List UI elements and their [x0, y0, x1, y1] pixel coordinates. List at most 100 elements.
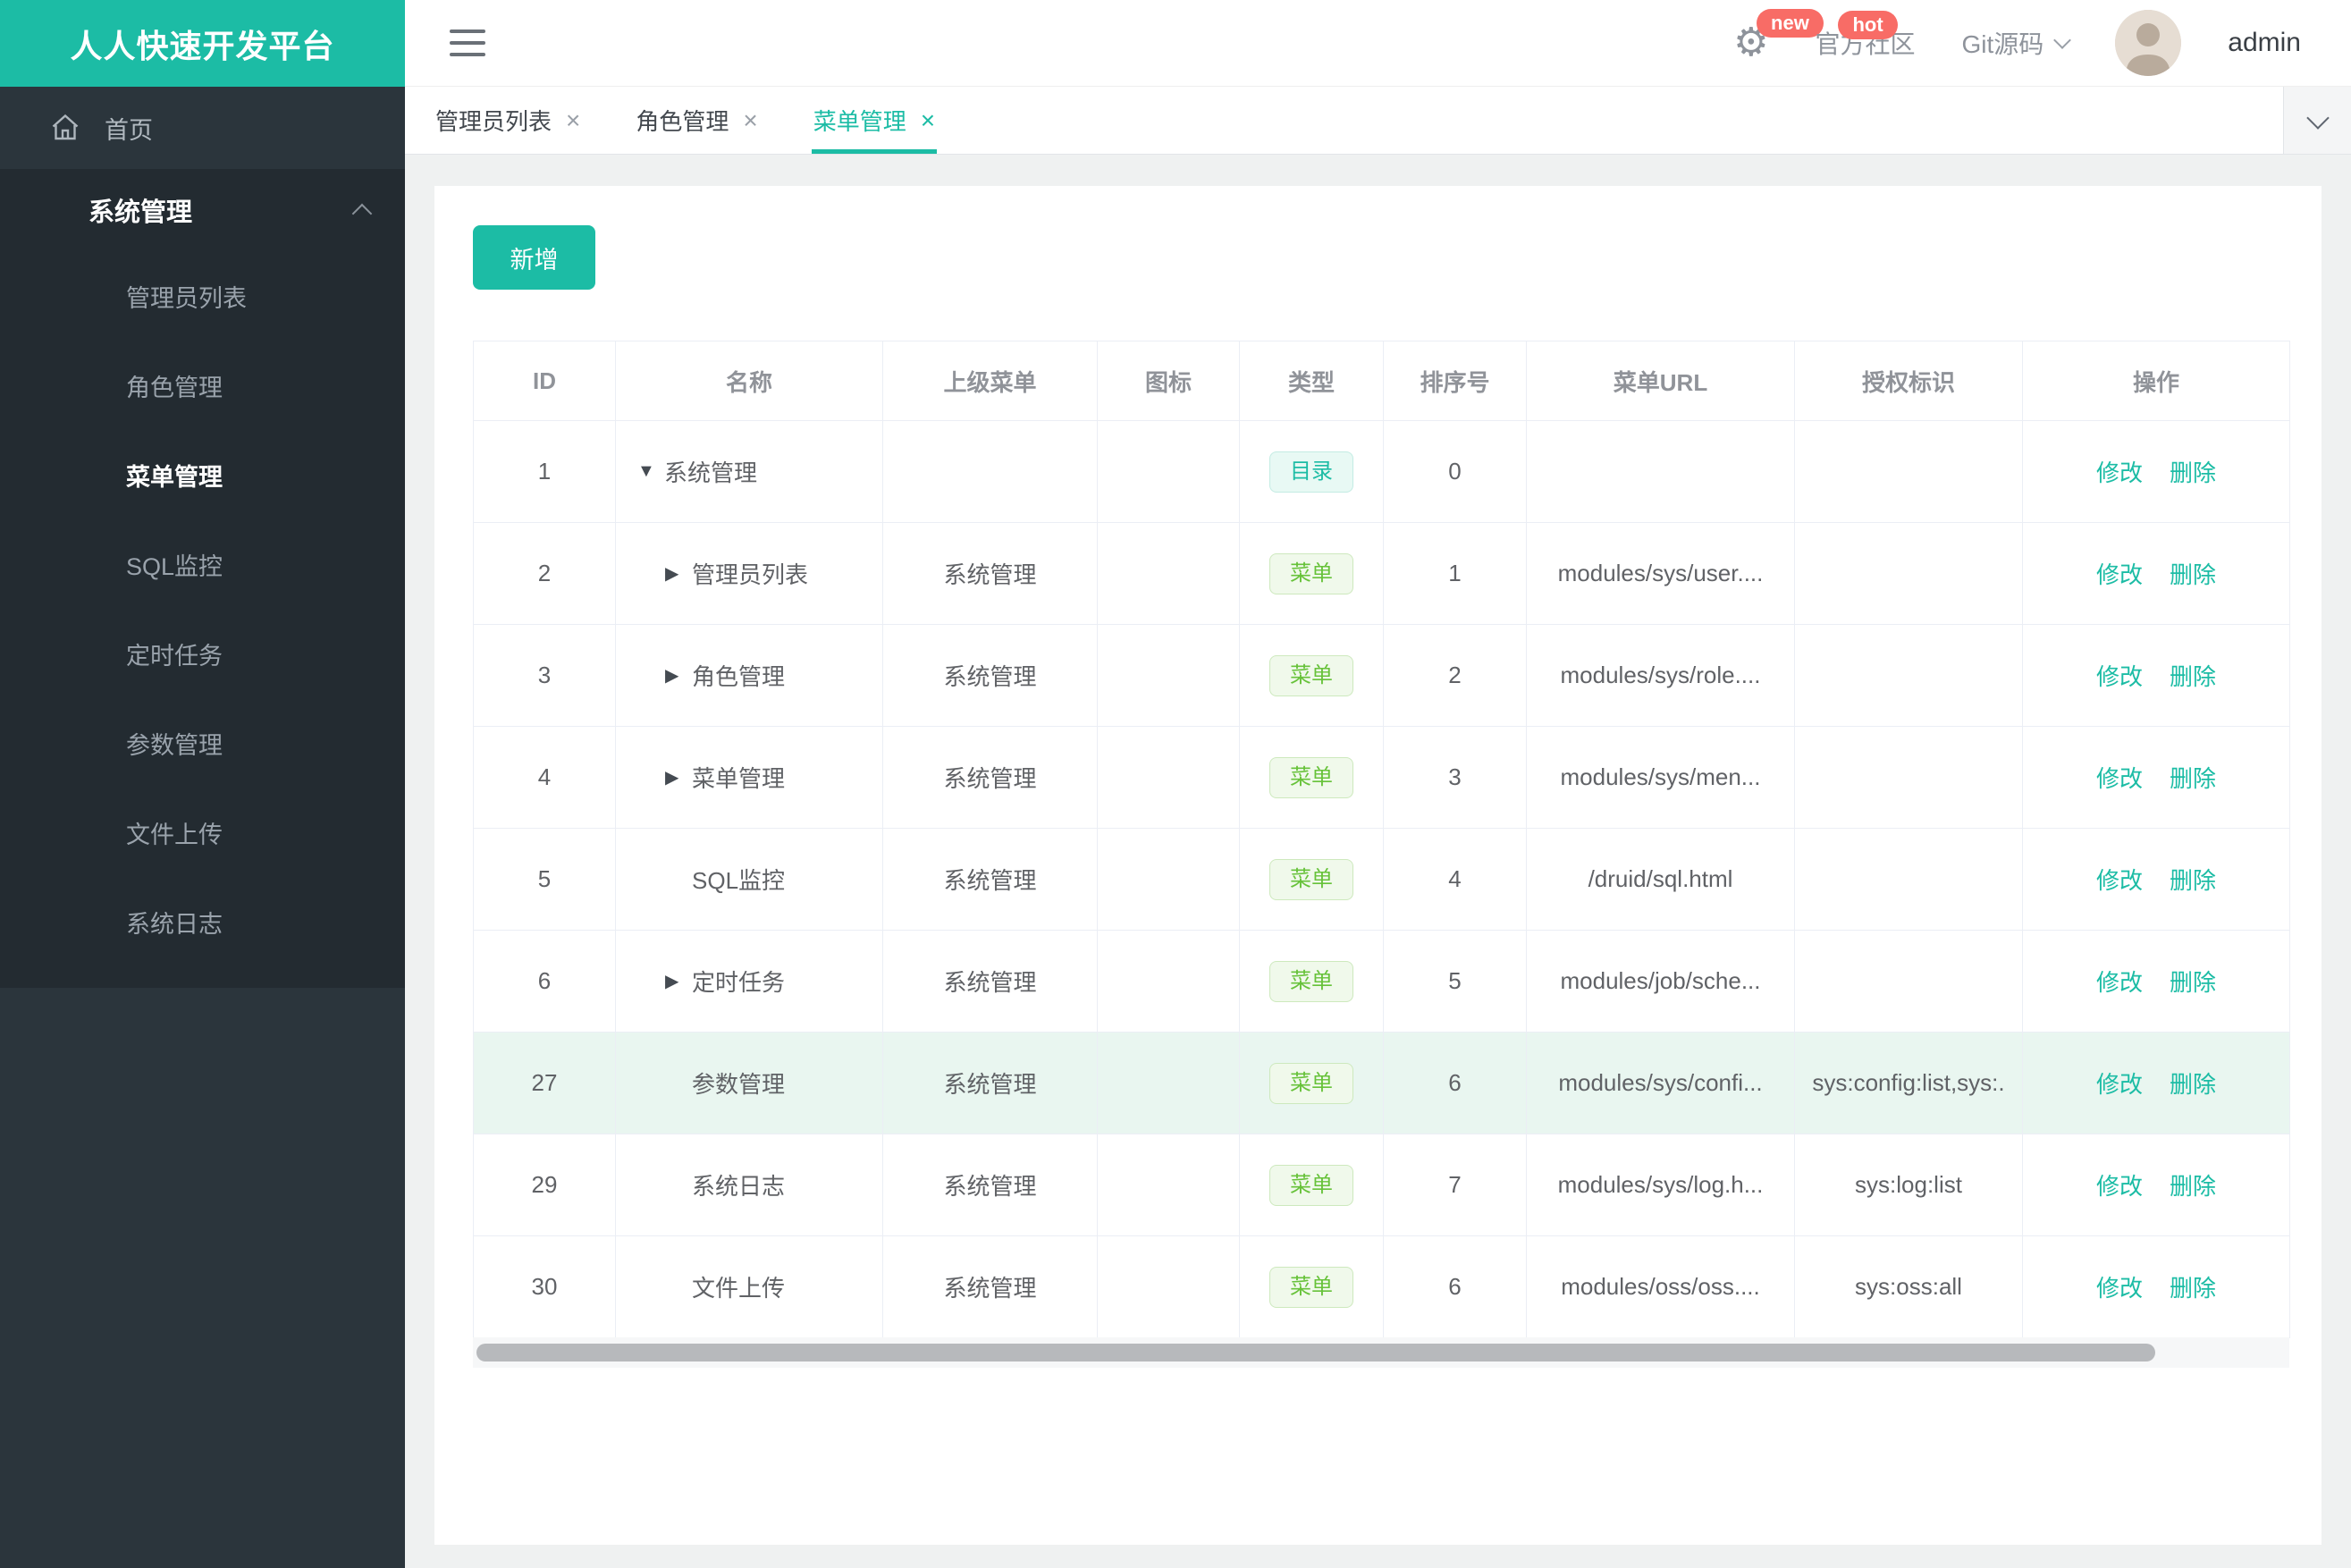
menu-name: 菜单管理 — [692, 765, 786, 792]
type-tag: 菜单 — [1269, 1164, 1353, 1206]
add-button[interactable]: 新增 — [473, 225, 595, 290]
cell-permission — [1794, 726, 2023, 829]
sidebar-item-文件上传[interactable]: 文件上传 — [0, 788, 405, 877]
type-tag: 目录 — [1269, 451, 1353, 493]
close-tab-icon[interactable]: × — [921, 107, 935, 133]
cell-actions: 修改 删除 — [2022, 828, 2290, 931]
type-tag: 菜单 — [1269, 654, 1353, 696]
edit-link[interactable]: 修改 — [2096, 561, 2143, 588]
close-tab-icon[interactable]: × — [743, 107, 757, 133]
edit-link[interactable]: 修改 — [2096, 867, 2143, 894]
table-row[interactable]: 30 文件上传 系统管理 菜单 6 modules/oss/oss.... sys:oss:… — [473, 1235, 2290, 1338]
table-row[interactable]: 1 ▼ 系统管理 目录 0 修改 删除 — [473, 420, 2290, 523]
cell-order: 6 — [1383, 1235, 1527, 1338]
edit-link[interactable]: 修改 — [2096, 459, 2143, 486]
edit-link[interactable]: 修改 — [2096, 765, 2143, 792]
edit-link[interactable]: 修改 — [2096, 1173, 2143, 1200]
sidebar-group-label: 系统管理 — [88, 198, 193, 227]
expand-row-icon[interactable]: ▶ — [665, 562, 692, 585]
column-header-排序号: 排序号 — [1383, 341, 1527, 421]
delete-link[interactable]: 删除 — [2170, 1173, 2216, 1200]
delete-link[interactable]: 删除 — [2170, 867, 2216, 894]
table-row[interactable]: 6 ▶ 定时任务 系统管理 菜单 5 modules/job/sche... 修改 删除 — [473, 930, 2290, 1033]
tab-菜单管理[interactable]: 菜单管理 × — [811, 87, 938, 154]
cell-name: ▶ 菜单管理 — [615, 726, 883, 829]
close-tab-icon[interactable]: × — [566, 107, 580, 133]
tab-角色管理[interactable]: 角色管理 × — [634, 87, 759, 154]
username[interactable]: admin — [2228, 28, 2301, 58]
cell-type: 菜单 — [1239, 828, 1384, 931]
edit-link[interactable]: 修改 — [2096, 1071, 2143, 1098]
sidebar-group-system: 系统管理 管理员列表 角色管理 菜单管理 SQL监控 定时任务 参数管理 文件上传 系统日志 — [0, 169, 405, 988]
expand-row-icon[interactable]: ▶ — [665, 970, 692, 992]
delete-link[interactable]: 删除 — [2170, 459, 2216, 486]
sidebar-item-home[interactable]: 首页 — [0, 87, 405, 169]
cell-id: 30 — [473, 1235, 616, 1338]
table-row[interactable]: 4 ▶ 菜单管理 系统管理 菜单 3 modules/sys/men... 修改 删除 — [473, 726, 2290, 829]
table-row[interactable]: 2 ▶ 管理员列表 系统管理 菜单 1 modules/sys/user.... 修改 删除 — [473, 522, 2290, 625]
name-cell-content: ▶ 管理员列表 — [617, 557, 882, 590]
community-link[interactable]: 官方社区 hot — [1815, 11, 1916, 61]
menu-name: 角色管理 — [692, 663, 786, 690]
cell-type: 菜单 — [1239, 1032, 1384, 1134]
hamburger-menu-icon[interactable] — [450, 21, 485, 64]
sidebar-item-系统日志[interactable]: 系统日志 — [0, 877, 405, 966]
cell-name: ▶ 定时任务 — [615, 930, 883, 1033]
tab-管理员列表[interactable]: 管理员列表 × — [434, 87, 582, 154]
sidebar-item-菜单管理[interactable]: 菜单管理 — [0, 430, 405, 519]
cell-menu-url: modules/sys/role.... — [1526, 624, 1795, 727]
cell-order: 1 — [1383, 522, 1527, 625]
delete-link[interactable]: 删除 — [2170, 765, 2216, 792]
tab-list-dropdown-button[interactable] — [2283, 87, 2351, 154]
name-cell-content: SQL监控 — [617, 863, 882, 896]
sidebar-item-定时任务[interactable]: 定时任务 — [0, 609, 405, 698]
delete-link[interactable]: 删除 — [2170, 561, 2216, 588]
cell-menu-url: modules/sys/confi... — [1526, 1032, 1795, 1134]
sidebar-item-角色管理[interactable]: 角色管理 — [0, 341, 405, 430]
horizontal-scrollbar-track[interactable] — [473, 1337, 2289, 1368]
table-row[interactable]: 29 系统日志 系统管理 菜单 7 modules/sys/log.h... sys:log… — [473, 1134, 2290, 1236]
edit-link[interactable]: 修改 — [2096, 969, 2143, 996]
cell-menu-url: modules/job/sche... — [1526, 930, 1795, 1033]
collapse-row-icon[interactable]: ▼ — [637, 461, 664, 482]
cell-permission: sys:config:list,sys:. — [1794, 1032, 2023, 1134]
expand-row-icon[interactable]: ▶ — [665, 664, 692, 687]
edit-link[interactable]: 修改 — [2096, 663, 2143, 690]
cell-icon — [1097, 624, 1240, 727]
horizontal-scrollbar-thumb[interactable] — [476, 1344, 2155, 1361]
avatar[interactable] — [2115, 10, 2182, 76]
delete-link[interactable]: 删除 — [2170, 1071, 2216, 1098]
cell-menu-url: modules/oss/oss.... — [1526, 1235, 1795, 1338]
git-source-dropdown[interactable]: Git源码 — [1962, 25, 2072, 61]
cell-parent-menu: 系统管理 — [882, 1235, 1098, 1338]
expand-row-icon[interactable]: ▶ — [665, 766, 692, 788]
edit-link[interactable]: 修改 — [2096, 1275, 2143, 1302]
cell-actions: 修改 删除 — [2022, 624, 2290, 727]
cell-name: ▼ 系统管理 — [615, 420, 883, 523]
settings-button[interactable]: ⚙ new — [1733, 9, 1824, 63]
cell-name: ▶ 角色管理 — [615, 624, 883, 727]
cell-permission: sys:log:list — [1794, 1134, 2023, 1236]
table-row[interactable]: 27 参数管理 系统管理 菜单 6 modules/sys/confi... sys:con… — [473, 1032, 2290, 1134]
sidebar-item-参数管理[interactable]: 参数管理 — [0, 698, 405, 788]
home-icon — [49, 112, 81, 144]
delete-link[interactable]: 删除 — [2170, 969, 2216, 996]
sidebar-group-header[interactable]: 系统管理 — [0, 169, 405, 251]
chevron-up-icon — [351, 203, 373, 224]
type-tag: 菜单 — [1269, 858, 1353, 900]
delete-link[interactable]: 删除 — [2170, 663, 2216, 690]
sidebar-item-管理员列表[interactable]: 管理员列表 — [0, 251, 405, 341]
delete-link[interactable]: 删除 — [2170, 1275, 2216, 1302]
cell-icon — [1097, 930, 1240, 1033]
sidebar-submenu: 管理员列表 角色管理 菜单管理 SQL监控 定时任务 参数管理 文件上传 系统日志 — [0, 251, 405, 966]
chevron-down-icon — [2053, 31, 2072, 49]
cell-menu-url: modules/sys/men... — [1526, 726, 1795, 829]
cell-icon — [1097, 1235, 1240, 1338]
cell-order: 5 — [1383, 930, 1527, 1033]
sidebar-item-SQL监控[interactable]: SQL监控 — [0, 519, 405, 609]
chevron-down-icon — [2305, 105, 2330, 130]
tabbar: 管理员列表 × 角色管理 × 菜单管理 × — [405, 87, 2351, 155]
table-row[interactable]: 3 ▶ 角色管理 系统管理 菜单 2 modules/sys/role.... 修改 删除 — [473, 624, 2290, 727]
cell-order: 3 — [1383, 726, 1527, 829]
table-row[interactable]: 5 SQL监控 系统管理 菜单 4/druid/sql.html 修改 删除 — [473, 828, 2290, 931]
